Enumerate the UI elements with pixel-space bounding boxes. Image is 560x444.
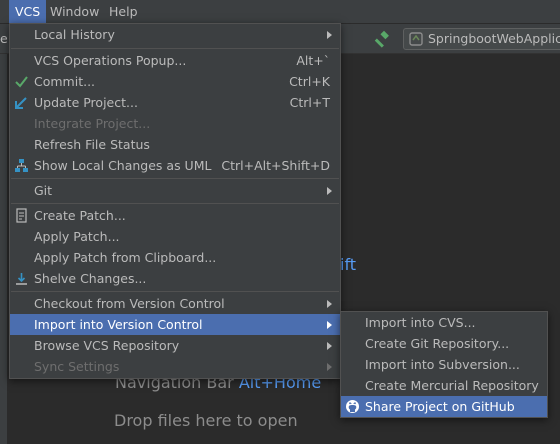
- menu-vcs[interactable]: VCS: [9, 0, 47, 24]
- menu-item-shortcut: Ctrl+K: [289, 74, 330, 89]
- menu-item-local-history[interactable]: Local History: [10, 24, 340, 45]
- menu-separator: [11, 203, 339, 204]
- menu-item-import-version-control[interactable]: Import into Version Control: [10, 314, 340, 335]
- menu-item-label: Import into CVS...: [365, 315, 476, 330]
- run-configuration-selector[interactable]: SpringbootWebApplic: [403, 28, 560, 50]
- submenu-item-create-git-repository[interactable]: Create Git Repository...: [341, 333, 547, 354]
- menu-item-label: Git: [34, 183, 53, 198]
- update-arrow-icon: [15, 97, 27, 109]
- menu-window[interactable]: Window: [44, 0, 105, 24]
- import-submenu: Import into CVS... Create Git Repository…: [340, 311, 548, 418]
- shelve-icon: [16, 273, 27, 285]
- patch-file-icon: [16, 208, 27, 223]
- menu-item-label: Share Project on GitHub: [365, 399, 515, 414]
- submenu-arrow-icon: [327, 363, 332, 371]
- menu-item-label: Refresh File Status: [34, 137, 150, 152]
- menu-item-sync-settings: Sync Settings: [10, 356, 340, 377]
- menu-item-apply-patch-clipboard[interactable]: Apply Patch from Clipboard...: [10, 247, 340, 268]
- menu-item-label: Checkout from Version Control: [34, 296, 225, 311]
- hint-drop-files: Drop files here to open: [114, 411, 298, 430]
- menu-item-git[interactable]: Git: [10, 180, 340, 201]
- build-hammer-icon[interactable]: [372, 29, 392, 49]
- menu-item-label: Create Patch...: [34, 208, 126, 223]
- submenu-arrow-icon: [327, 300, 332, 308]
- toolbar-edge-text: e: [0, 31, 8, 46]
- menu-item-integrate-project: Integrate Project...: [10, 113, 340, 134]
- menu-bar: VCS Window Help: [0, 0, 560, 24]
- menu-item-label: Update Project...: [34, 95, 138, 110]
- menu-item-label: VCS Operations Popup...: [34, 53, 187, 68]
- menu-item-checkout-version-control[interactable]: Checkout from Version Control: [10, 293, 340, 314]
- menu-item-shelve-changes[interactable]: Shelve Changes...: [10, 268, 340, 289]
- menu-item-show-local-changes-uml[interactable]: Show Local Changes as UML Ctrl+Alt+Shift…: [10, 155, 340, 176]
- commit-check-icon: [15, 76, 28, 88]
- menu-help[interactable]: Help: [103, 0, 144, 24]
- run-config-icon: [409, 32, 423, 46]
- menu-item-create-patch[interactable]: Create Patch...: [10, 205, 340, 226]
- menu-item-label: Integrate Project...: [34, 116, 151, 131]
- menu-item-label: Apply Patch from Clipboard...: [34, 250, 217, 265]
- menu-item-label: Sync Settings: [34, 359, 120, 374]
- menu-separator: [11, 291, 339, 292]
- menu-item-label: Apply Patch...: [34, 229, 120, 244]
- menu-item-label: Import into Version Control: [34, 317, 203, 332]
- hint-partial-text: ift: [340, 255, 357, 274]
- menu-item-label: Local History: [34, 27, 115, 42]
- left-gutter: [0, 54, 8, 444]
- menu-item-label: Import into Subversion...: [365, 357, 520, 372]
- menu-item-browse-vcs-repository[interactable]: Browse VCS Repository: [10, 335, 340, 356]
- submenu-item-import-cvs[interactable]: Import into CVS...: [341, 312, 547, 333]
- menu-item-label: Shelve Changes...: [34, 271, 147, 286]
- menu-item-label: Commit...: [34, 74, 96, 89]
- menu-item-shortcut: Ctrl+T: [289, 95, 330, 110]
- run-config-label: SpringbootWebApplic: [428, 31, 560, 46]
- vcs-dropdown-menu: Local History VCS Operations Popup... Al…: [9, 23, 341, 379]
- menu-item-label: Show Local Changes as UML: [34, 158, 212, 173]
- menu-item-shortcut: Alt+`: [296, 53, 330, 68]
- menu-item-label: Create Mercurial Repository: [365, 378, 539, 393]
- menu-item-vcs-operations-popup[interactable]: VCS Operations Popup... Alt+`: [10, 50, 340, 71]
- uml-diagram-icon: [15, 159, 28, 172]
- menu-item-shortcut: Ctrl+Alt+Shift+D: [221, 158, 330, 173]
- menu-separator: [11, 178, 339, 179]
- submenu-item-import-subversion[interactable]: Import into Subversion...: [341, 354, 547, 375]
- submenu-arrow-icon: [327, 187, 332, 195]
- submenu-item-create-mercurial-repository[interactable]: Create Mercurial Repository: [341, 375, 547, 396]
- submenu-arrow-icon: [327, 31, 332, 39]
- menu-separator: [11, 48, 339, 49]
- submenu-arrow-icon: [327, 342, 332, 350]
- menu-item-label: Browse VCS Repository: [34, 338, 180, 353]
- menu-item-apply-patch[interactable]: Apply Patch...: [10, 226, 340, 247]
- menu-item-update-project[interactable]: Update Project... Ctrl+T: [10, 92, 340, 113]
- submenu-item-share-on-github[interactable]: Share Project on GitHub: [341, 396, 547, 417]
- github-icon: [346, 400, 359, 413]
- submenu-arrow-icon: [327, 321, 332, 329]
- menu-item-refresh-file-status[interactable]: Refresh File Status: [10, 134, 340, 155]
- menu-item-commit[interactable]: Commit... Ctrl+K: [10, 71, 340, 92]
- menu-item-label: Create Git Repository...: [365, 336, 510, 351]
